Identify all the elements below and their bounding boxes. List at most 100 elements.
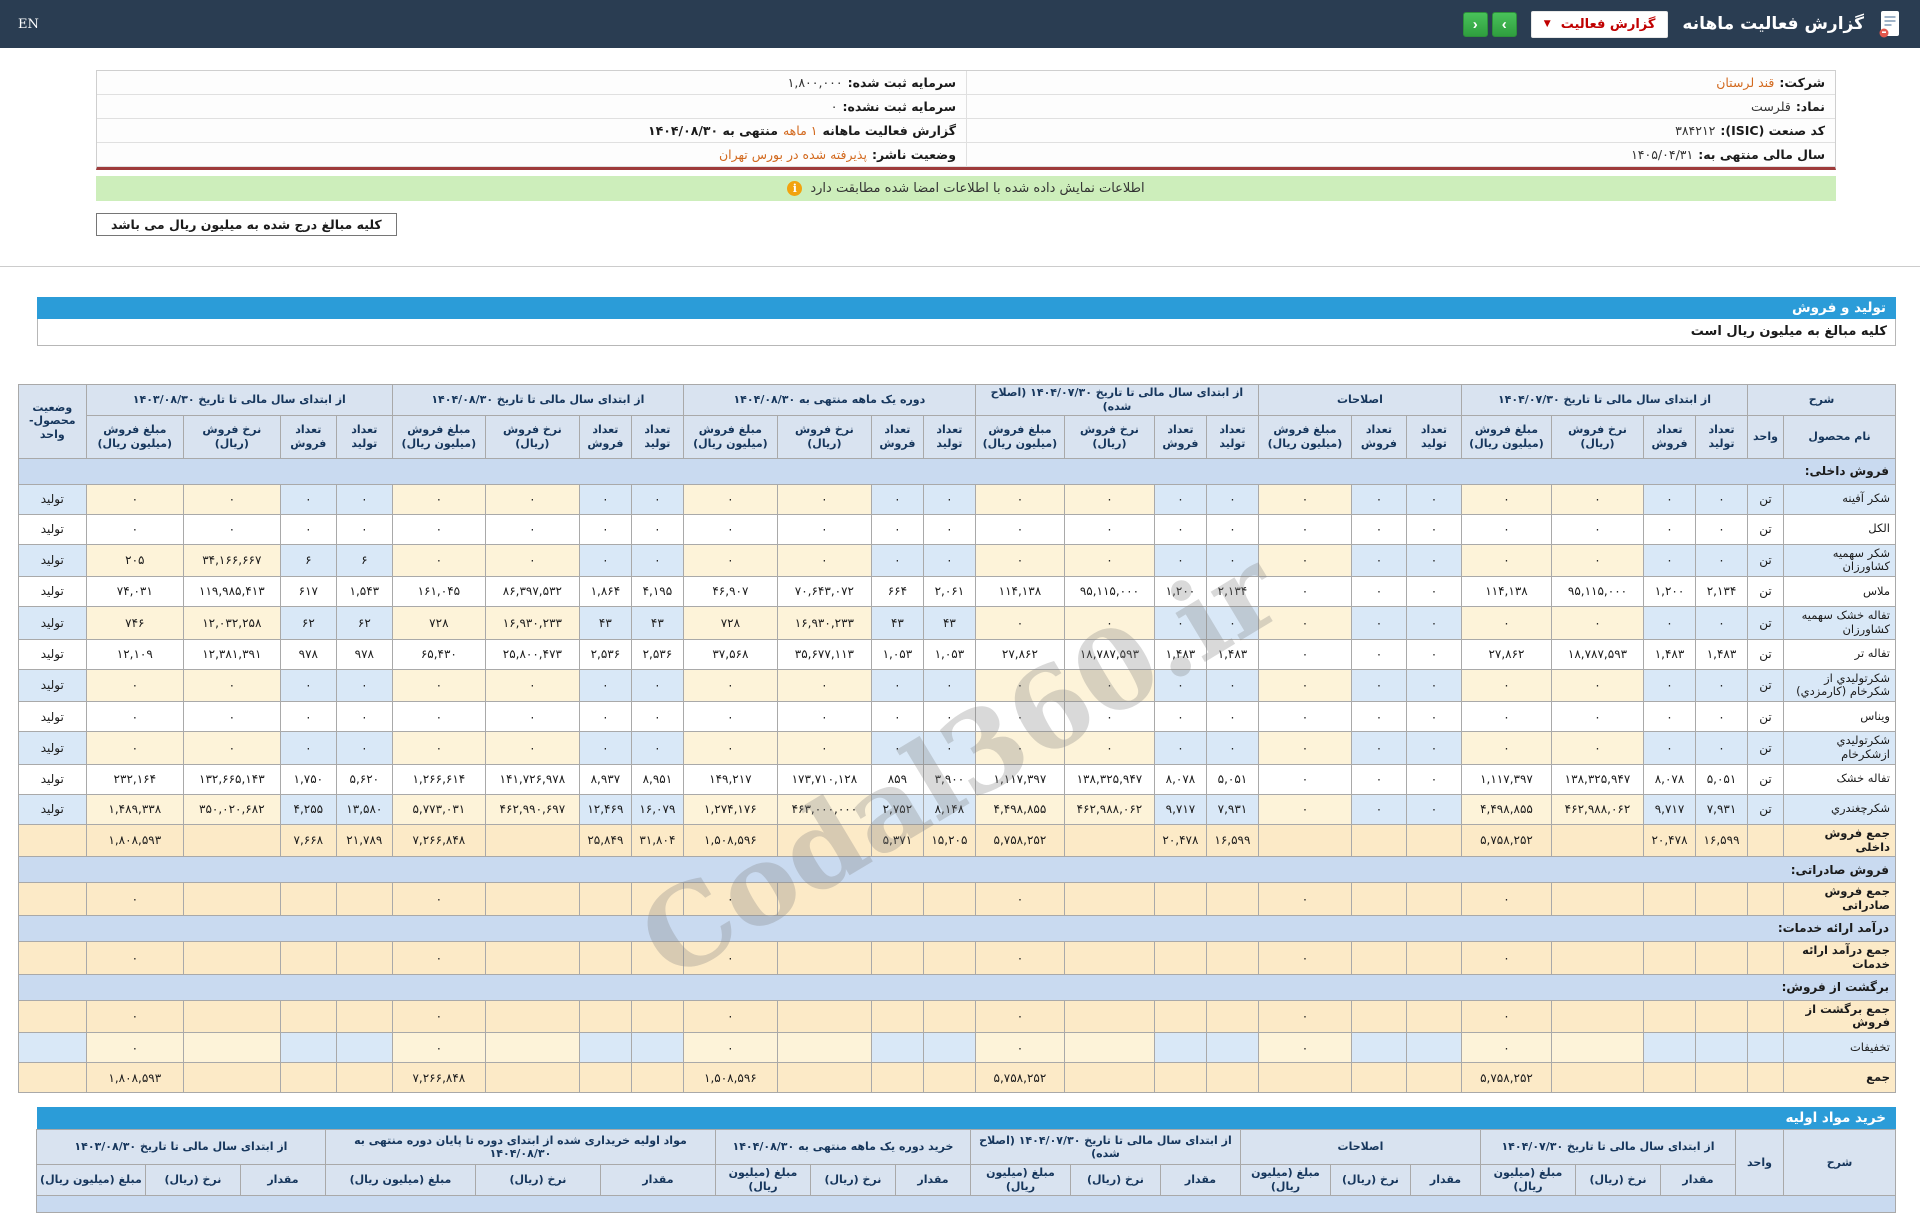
value-cell: ۴,۴۹۸,۸۵۵: [974, 793, 1065, 825]
value-cell: ۱,۲۰۰: [1153, 576, 1207, 608]
value-cell: ۰: [922, 701, 976, 733]
value-cell: ۰: [1063, 731, 1155, 765]
data-row: تفاله خشک سهمیه کشاورزان تن ۰ ۰ ۰ ۰ ۰ ۰ ۰ ۰ ۰ ۰ ۰ ۴۳ ۴…: [17, 606, 1896, 640]
status-cell: تولید: [17, 576, 87, 608]
value-cell: ۰: [630, 731, 684, 765]
nav-forward-button[interactable]: ›: [1491, 11, 1517, 37]
column-group-header: از ابتدای سال مالی تا تاریخ ۱۴۰۳/۰۸/۳۰: [35, 1129, 326, 1166]
value-cell: ۰: [630, 701, 684, 733]
value-cell: ۷,۹۳۱: [1695, 793, 1748, 825]
unit-cell: تن: [1747, 576, 1784, 608]
value-cell: [1551, 999, 1644, 1034]
value-cell: ۱,۷۵۰: [279, 763, 337, 795]
value-cell: ۲۵,۸۴۹: [578, 823, 632, 858]
column-group-header: از ابتدای سال مالی تا تاریخ ۱۴۰۴/۰۸/۳۰: [391, 384, 684, 416]
value-cell: ۱,۲۰۰: [1643, 576, 1696, 608]
report-type-select[interactable]: گزارش فعالیت ▼: [1530, 10, 1669, 38]
value-cell: ۲۷,۸۶۲: [974, 638, 1065, 670]
column-header: نرخ فروش (ریال): [182, 414, 281, 459]
value-cell: [1257, 1062, 1352, 1094]
value-cell: ۱۱۹,۹۸۵,۴۱۳: [182, 576, 281, 608]
value-cell: ۰: [85, 668, 184, 703]
info-cell: سرمایه ثبت نشده: ۰: [97, 95, 966, 119]
column-header: نرخ فروش (ریال): [484, 414, 580, 459]
value-cell: ۲,۷۵۲: [870, 793, 924, 825]
value-cell: ۰: [1063, 668, 1155, 703]
value-cell: ۰: [682, 999, 778, 1034]
value-cell: [182, 882, 281, 917]
value-cell: ۰: [85, 701, 184, 733]
info-cell: نماد: قلرست: [966, 95, 1835, 119]
value-cell: ۲۷,۸۶۲: [1460, 638, 1553, 670]
value-cell: ۱,۸۶۴: [578, 576, 632, 608]
value-cell: ۹,۷۱۷: [1153, 793, 1207, 825]
value-cell: ۰: [1257, 1032, 1352, 1064]
value-cell: [630, 882, 684, 917]
value-cell: ۰: [1153, 543, 1207, 578]
row-label: شکر آفینه: [1783, 483, 1896, 515]
en-language-link[interactable]: EN: [18, 17, 39, 32]
info-cell: شرکت: قند لرستان: [966, 71, 1835, 95]
value-cell: ۱۵,۲۰۵: [922, 823, 976, 858]
value-cell: ۳۴,۱۶۶,۶۶۷: [182, 543, 281, 578]
value-cell: ۰: [578, 543, 632, 578]
value-cell: ۰: [391, 882, 486, 917]
info-label: سال مالی منتهی به:: [1698, 147, 1825, 162]
value-cell: ۷۴۶: [85, 606, 184, 640]
unit-cell: تن: [1747, 483, 1784, 515]
info-label-suffix: منتهی به ۱۴۰۴/۰۸/۳۰: [647, 123, 778, 138]
value-cell: ۰: [484, 668, 580, 703]
value-cell: ۱,۴۸۹,۳۳۸: [85, 793, 184, 825]
value-cell: ۰: [1695, 483, 1748, 515]
value-cell: ۰: [1257, 701, 1352, 733]
report-type-label: گزارش فعالیت: [1560, 16, 1656, 32]
value-cell: ۰: [578, 513, 632, 545]
value-cell: [279, 882, 337, 917]
value-cell: ۰: [1153, 701, 1207, 733]
value-cell: ۴۳: [870, 606, 924, 640]
value-cell: ۱,۸۰۸,۵۹۳: [85, 823, 184, 858]
value-cell: ۰: [682, 668, 778, 703]
value-cell: ۰: [578, 731, 632, 765]
value-cell: ۰: [870, 701, 924, 733]
data-row: تخفیفات ۰ ۰ ۰ ۰ ۰ ۰: [17, 1032, 1896, 1064]
value-cell: ۷۲۸: [391, 606, 486, 640]
value-cell: ۸۵۹: [870, 763, 924, 795]
value-cell: [1643, 999, 1696, 1034]
nav-back-button[interactable]: ‹: [1462, 11, 1488, 37]
value-cell: ۰: [1205, 513, 1259, 545]
value-cell: [182, 999, 281, 1034]
value-cell: [1643, 882, 1696, 917]
value-cell: ۰: [1695, 668, 1748, 703]
value-cell: ۰: [974, 999, 1065, 1034]
value-cell: ۶۱۷: [279, 576, 337, 608]
value-cell: ۸,۰۷۸: [1153, 763, 1207, 795]
value-cell: [578, 1032, 632, 1064]
value-cell: ۰: [484, 731, 580, 765]
row-label: جمع برگشت از فروش: [1783, 999, 1896, 1034]
column-header: تعداد فروش: [870, 414, 924, 459]
value-cell: [279, 999, 337, 1034]
production-sales-body: فروش داخلی: شکر آفینه تن ۰ ۰ ۰ ۰ ۰ ۰ ۰ ۰ ۰ ۰ ۰ ۰ ۰ ۰ ۰ ۰ ۰ ۰…: [17, 457, 1897, 1094]
value-cell: ۰: [484, 543, 580, 578]
value-cell: ۰: [1405, 543, 1462, 578]
value-cell: [578, 882, 632, 917]
value-cell: ۰: [182, 668, 281, 703]
production-sales-section-bar: تولید و فروش: [37, 297, 1896, 319]
value-cell: ۱۴۹,۲۱۷: [682, 763, 778, 795]
column-header: نرخ (ریال): [1069, 1164, 1161, 1196]
value-cell: [1405, 882, 1462, 917]
value-cell: ۹,۷۱۷: [1643, 793, 1696, 825]
data-row: تفاله خشک تن ۵,۰۵۱ ۸,۰۷۸ ۱۳۸,۳۲۵,۹۴۷ ۱,۱۱۷,۳۹…: [17, 763, 1896, 795]
value-cell: [1063, 941, 1155, 975]
row-label: شکرچغندري: [1783, 793, 1896, 825]
column-header: مبلغ فروش (میلیون ریال): [85, 414, 184, 459]
value-cell: [870, 882, 924, 917]
value-cell: [1551, 1062, 1644, 1094]
data-row: شکر آفینه تن ۰ ۰ ۰ ۰ ۰ ۰ ۰ ۰ ۰ ۰ ۰ ۰ ۰ ۰ ۰ ۰ ۰ ۰ ۰ ۰ ۰ ۰ ۰ تولید: [17, 483, 1896, 515]
value-cell: ۰: [182, 701, 281, 733]
page-title: گزارش فعالیت ماهانه: [1682, 14, 1864, 34]
value-cell: ۰: [1405, 606, 1462, 640]
column-group-header: دوره یک ماهه منتهی به ۱۴۰۴/۰۸/۳۰: [682, 384, 976, 416]
value-cell: [1350, 941, 1407, 975]
